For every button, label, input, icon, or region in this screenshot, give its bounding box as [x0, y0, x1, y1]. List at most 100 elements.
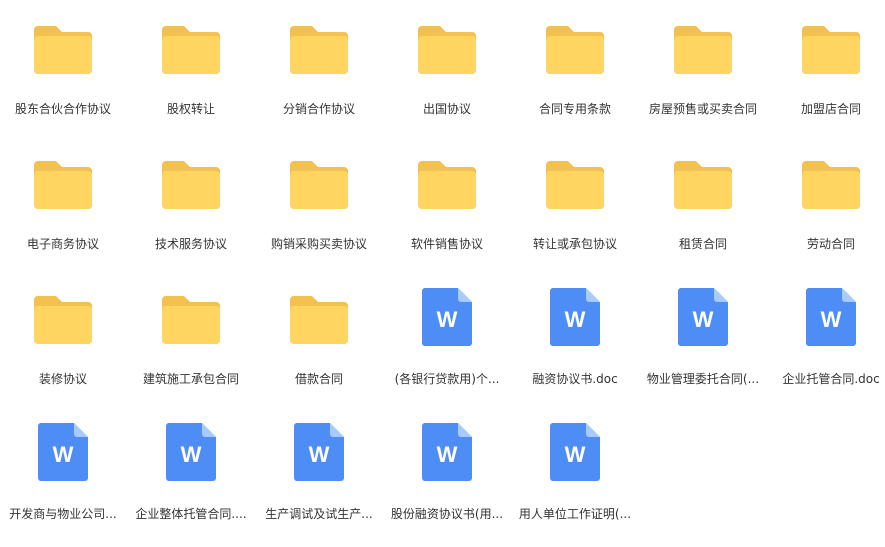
folder-icon-wrap [255, 0, 383, 74]
document-letter: W [53, 442, 74, 467]
item-label: 装修协议 [38, 372, 87, 386]
folder-icon-wrap [0, 135, 127, 209]
document-fold-shape [330, 423, 344, 437]
document-icon-wrap: W [383, 270, 511, 346]
folder-item[interactable]: 借款合同 [255, 270, 383, 390]
word-document-icon: W [38, 423, 88, 481]
item-label: 租赁合同 [678, 237, 727, 251]
folder-icon-wrap [383, 135, 511, 209]
word-document-icon: W [550, 288, 600, 346]
folder-item[interactable]: 加盟店合同 [767, 0, 885, 120]
folder-front-shape [674, 171, 732, 209]
folder-item[interactable]: 装修协议 [0, 270, 127, 390]
folder-item[interactable]: 技术服务协议 [127, 135, 255, 255]
file-item[interactable]: W 开发商与物业公司... [0, 405, 127, 525]
item-label: 用人单位工作证明(... [518, 507, 632, 521]
item-label: 转让或承包协议 [532, 237, 617, 251]
folder-icon [674, 161, 732, 209]
folder-item[interactable]: 劳动合同 [767, 135, 885, 255]
word-document-icon: W [422, 288, 472, 346]
folder-item[interactable]: 软件销售协议 [383, 135, 511, 255]
file-item[interactable]: W 物业管理委托合同(... [639, 270, 767, 390]
folder-item[interactable]: 股权转让 [127, 0, 255, 120]
file-item[interactable]: W 企业整体托管合同.... [127, 405, 255, 525]
file-item[interactable]: W 用人单位工作证明(... [511, 405, 639, 525]
item-label: 购销采购买卖协议 [270, 237, 367, 251]
folder-icon [546, 161, 604, 209]
folder-icon [162, 161, 220, 209]
folder-front-shape [418, 36, 476, 74]
folder-icon [34, 296, 92, 344]
folder-item[interactable]: 转让或承包协议 [511, 135, 639, 255]
item-label: 股东合伙合作协议 [14, 102, 111, 116]
folder-icon-wrap [639, 135, 767, 209]
folder-front-shape [418, 171, 476, 209]
word-document-icon: W [422, 423, 472, 481]
folder-item[interactable]: 购销采购买卖协议 [255, 135, 383, 255]
document-letter: W [565, 307, 586, 332]
folder-icon [546, 26, 604, 74]
folder-icon [290, 161, 348, 209]
file-grid: 股东合伙合作协议 股权转让 分销合作协议 出国协议 合同专用条款 房屋预售或买卖合同 加盟店… [0, 0, 885, 547]
folder-front-shape [290, 171, 348, 209]
document-letter: W [821, 307, 842, 332]
item-label: (各银行贷款用)个... [394, 372, 500, 386]
folder-front-shape [802, 36, 860, 74]
folder-icon-wrap [127, 270, 255, 344]
folder-item[interactable]: 分销合作协议 [255, 0, 383, 120]
folder-icon-wrap [127, 0, 255, 74]
folder-icon [418, 26, 476, 74]
document-letter: W [437, 307, 458, 332]
folder-icon-wrap [767, 0, 885, 74]
folder-icon [34, 26, 92, 74]
word-document-icon: W [550, 423, 600, 481]
item-label: 物业管理委托合同(... [646, 372, 760, 386]
document-letter: W [565, 442, 586, 467]
folder-front-shape [34, 306, 92, 344]
word-document-icon: W [294, 423, 344, 481]
file-item[interactable]: W 生产调试及试生产... [255, 405, 383, 525]
folder-icon-wrap [255, 270, 383, 344]
folder-item[interactable]: 出国协议 [383, 0, 511, 120]
item-label: 分销合作协议 [282, 102, 355, 116]
folder-item[interactable]: 电子商务协议 [0, 135, 127, 255]
folder-item[interactable]: 合同专用条款 [511, 0, 639, 120]
folder-icon-wrap [0, 0, 127, 74]
folder-item[interactable]: 建筑施工承包合同 [127, 270, 255, 390]
item-label: 股份融资协议书(用... [390, 507, 504, 521]
folder-icon [674, 26, 732, 74]
folder-icon [802, 26, 860, 74]
folder-front-shape [290, 36, 348, 74]
folder-icon [418, 161, 476, 209]
item-label: 借款合同 [294, 372, 343, 386]
file-item[interactable]: W (各银行贷款用)个... [383, 270, 511, 390]
folder-icon [290, 296, 348, 344]
folder-front-shape [34, 171, 92, 209]
folder-item[interactable]: 房屋预售或买卖合同 [639, 0, 767, 120]
document-icon-wrap: W [127, 405, 255, 481]
document-icon-wrap: W [639, 270, 767, 346]
file-item[interactable]: W 企业托管合同.doc [767, 270, 885, 390]
file-item[interactable]: W 融资协议书.doc [511, 270, 639, 390]
document-icon-wrap: W [511, 405, 639, 481]
item-label: 企业整体托管合同.... [135, 507, 247, 521]
document-fold-shape [586, 423, 600, 437]
word-document-icon: W [806, 288, 856, 346]
folder-item[interactable]: 股东合伙合作协议 [0, 0, 127, 120]
document-icon-wrap: W [511, 270, 639, 346]
folder-icon-wrap [511, 0, 639, 74]
item-label: 建筑施工承包合同 [142, 372, 239, 386]
folder-item[interactable]: 租赁合同 [639, 135, 767, 255]
document-letter: W [309, 442, 330, 467]
folder-front-shape [290, 306, 348, 344]
folder-front-shape [162, 36, 220, 74]
file-item[interactable]: W 股份融资协议书(用... [383, 405, 511, 525]
folder-front-shape [802, 171, 860, 209]
folder-icon-wrap [383, 0, 511, 74]
item-label: 合同专用条款 [538, 102, 611, 116]
folder-front-shape [162, 306, 220, 344]
folder-icon-wrap [767, 135, 885, 209]
folder-icon-wrap [511, 135, 639, 209]
folder-icon-wrap [255, 135, 383, 209]
folder-icon-wrap [639, 0, 767, 74]
